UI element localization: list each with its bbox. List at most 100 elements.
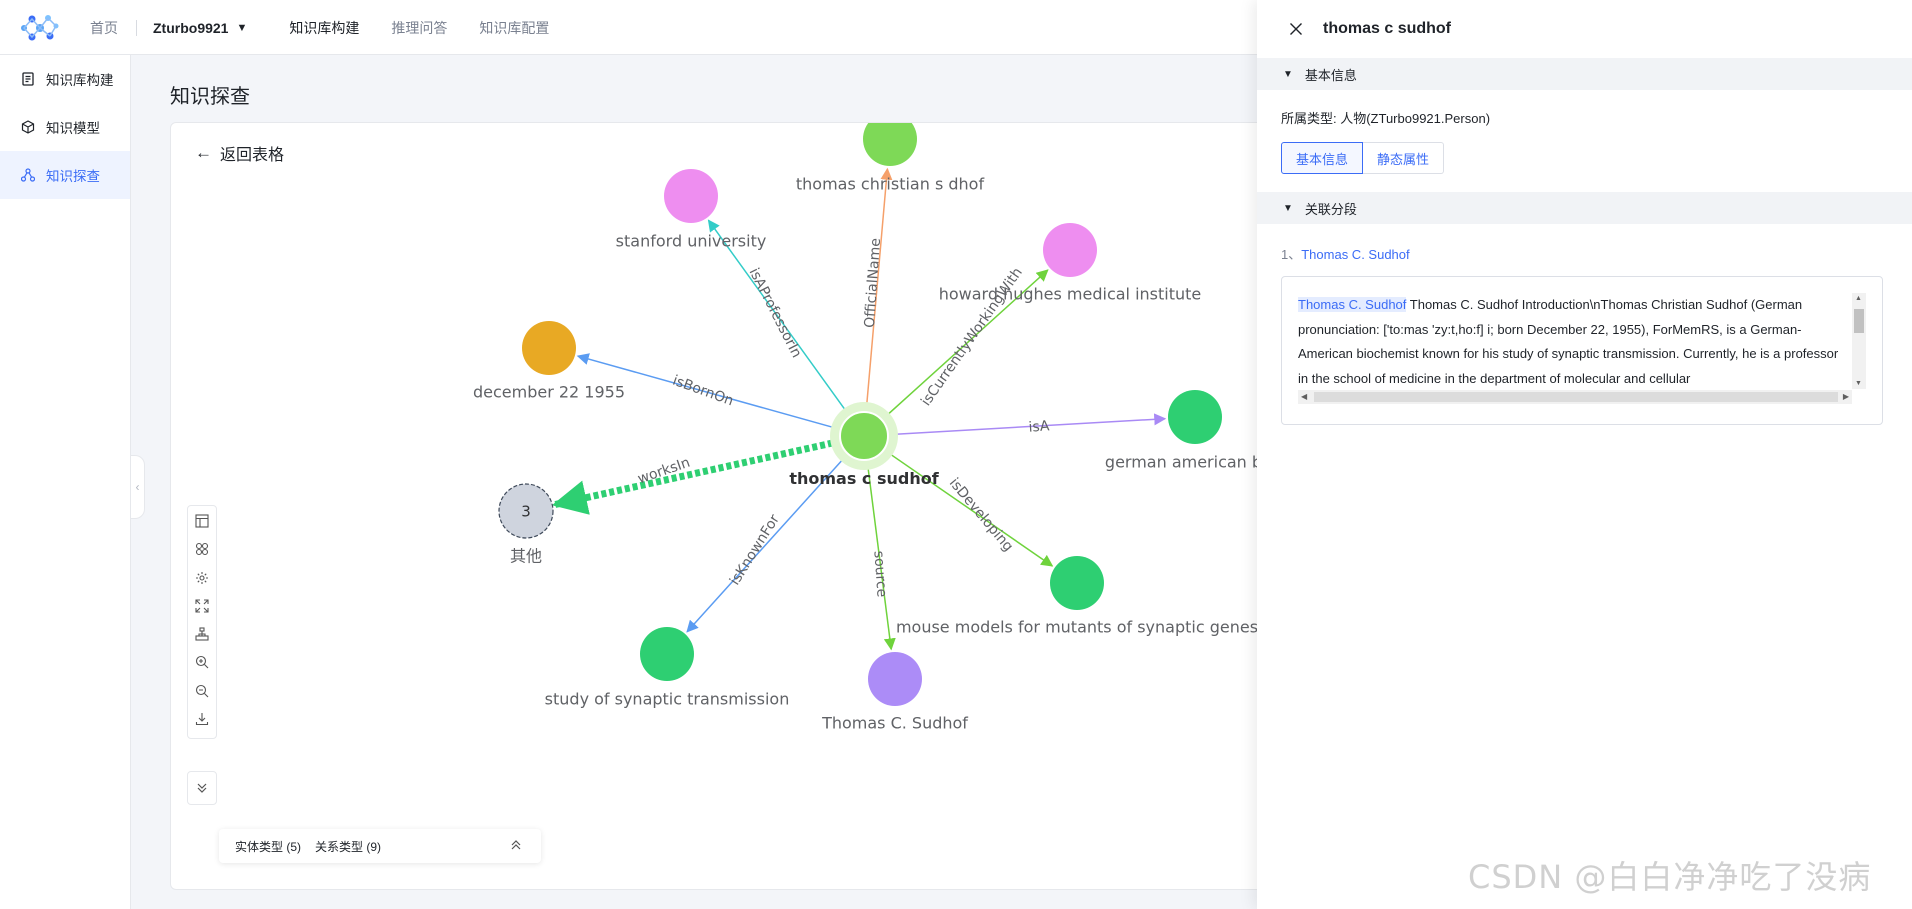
graph-node[interactable] [522,321,576,375]
back-label: 返回表格 [220,147,285,164]
graph-node[interactable] [640,627,694,681]
sidebar-item-knowledge-explore[interactable]: 知识探查 [0,151,130,199]
panel-title: thomas c sudhof [1323,20,1452,37]
segment-content-box: Thomas C. Sudhof Thomas C. Sudhof Introd… [1281,276,1883,425]
scroll-up-icon[interactable]: ▲ [1855,295,1862,302]
graph-node[interactable] [664,169,718,223]
graph-edge-label: isDeveloping [946,475,1016,555]
graph-toolbar [187,505,217,739]
graph-icon [20,167,36,183]
document-icon [20,71,36,87]
graph-node-count: 3 [521,503,531,521]
arrow-left-icon: ← [195,143,212,162]
sidebar-item-knowledge-model[interactable]: 知识模型 [0,103,130,151]
graph-node-label: mouse models for mutants of synaptic gen… [896,618,1258,637]
zoom-out-icon[interactable] [191,682,213,700]
segment-item: 1、Thomas C. Sudhof [1257,224,1912,268]
graph-edge-isA[interactable] [887,413,1167,436]
graph-node-label: thomas christian s dhof [796,175,985,194]
caret-down-icon: ▼ [1283,202,1293,214]
graph-node-center[interactable] [839,411,889,461]
section-related-segments-header[interactable]: ▼ 关联分段 [1257,192,1912,224]
page-title: 知识探查 [170,86,250,108]
sidebar: 知识库构建 知识模型 知识探查 [0,55,131,909]
chevron-down-icon[interactable]: ▼ [236,22,247,34]
section-basic-info-header[interactable]: ▼ 基本信息 [1257,58,1912,90]
graph-edge-label: worksIn [636,455,692,488]
sidebar-item-label: 知识模型 [46,121,100,136]
scroll-down-icon[interactable]: ▼ [1855,380,1862,387]
section-title: 关联分段 [1304,201,1357,217]
app-logo-icon[interactable] [18,10,60,46]
graph-edge-label: isA [1028,418,1050,435]
knowledge-graph-canvas[interactable]: OfficialNameisAProfessorIn isCurrentlyWor… [171,123,1270,890]
nav-home[interactable]: 首页 [90,18,118,38]
sidebar-item-label: 知识库构建 [46,73,114,88]
layout-icon[interactable] [191,512,213,530]
legend-relation-types[interactable]: 关系类型 (9) [315,838,381,855]
scroll-right-icon[interactable]: ▶ [1843,392,1849,401]
entity-detail-panel: thomas c sudhof ▼ 基本信息 所属类型: 人物(ZTurbo99… [1257,0,1912,909]
double-chevron-down-icon [197,783,207,793]
graph-node-label: Thomas C. Sudhof [821,714,968,733]
focus-icon[interactable] [191,569,213,587]
segment-link[interactable]: Thomas C. Sudhof [1301,247,1409,262]
chevron-left-icon: ‹ [135,480,140,494]
graph-node-label: 其他 [510,547,542,566]
graph-node-label: december 22 1955 [473,383,625,402]
caret-down-icon: ▼ [1283,68,1293,80]
fullscreen-icon[interactable] [191,597,213,615]
close-icon[interactable] [1287,20,1305,38]
download-icon[interactable] [191,710,213,728]
graph-edge-label: OfficialName [862,238,884,329]
account-switcher[interactable]: Zturbo9921 [153,20,228,36]
graph-node-label: german american bioc [1105,453,1270,472]
segment-index: 1、 [1281,247,1302,262]
hierarchy-icon[interactable] [191,625,213,643]
scroll-left-icon[interactable]: ◀ [1301,392,1307,401]
graph-node-label: study of synaptic transmission [545,690,790,709]
nav-kb-build[interactable]: 知识库构建 [289,18,359,38]
sidebar-item-kb-build[interactable]: 知识库构建 [0,55,130,103]
nav-reasoning-qa[interactable]: 推理问答 [391,18,447,38]
watermark: CSDN @白白净净吃了没病 [1468,858,1872,896]
graph-card: OfficialName isAProfessorIn isCurrentlyWor… [170,122,1270,890]
tab-static-properties[interactable]: 静态属性 [1363,142,1445,174]
legend-entity-types[interactable]: 实体类型 (5) [235,838,301,855]
section-title: 基本信息 [1304,67,1357,83]
vertical-scrollbar[interactable]: ▲ ▼ [1852,293,1866,389]
graph-node[interactable] [863,123,917,166]
graph-node[interactable] [1043,223,1097,277]
graph-edge-label: isKnownFor [727,512,783,589]
panel-header: thomas c sudhof [1257,0,1912,58]
graph-node-label: thomas c sudhof [789,469,939,488]
graph-node[interactable] [1050,556,1104,610]
nav-divider [136,19,137,36]
segment-highlight: Thomas C. Sudhof [1298,297,1407,312]
legend-bar: 实体类型 (5) 关系类型 (9) [219,829,541,863]
sidebar-item-label: 知识探查 [46,169,100,184]
zoom-in-icon[interactable] [191,653,213,671]
entity-type-line: 所属类型: 人物(ZTurbo9921.Person) [1281,111,1491,126]
graph-edge-label: source [870,550,889,598]
nav-kb-config[interactable]: 知识库配置 [479,18,549,38]
scrollbar-thumb[interactable] [1854,309,1864,333]
segment-text: Thomas C. Sudhof Thomas C. Sudhof Introd… [1298,293,1848,389]
tab-basic-info[interactable]: 基本信息 [1281,142,1364,174]
horizontal-scrollbar[interactable]: ◀ ▶ [1298,390,1852,404]
graph-edge-label: isAProfessorIn [746,266,805,361]
toolbar-expand-button[interactable] [187,771,217,805]
graph-node-label: stanford university [616,232,767,251]
scrollbar-thumb[interactable] [1314,392,1838,402]
graph-node[interactable] [868,652,922,706]
back-to-table-link[interactable]: ← 返回表格 [195,141,284,165]
graph-node[interactable] [1168,390,1222,444]
cube-icon [20,119,36,135]
sidebar-collapse-handle[interactable]: ‹ [131,455,145,519]
info-tab-group: 基本信息 静态属性 [1257,142,1912,174]
cluster-icon[interactable] [191,540,213,558]
chevron-up-icon[interactable] [509,838,523,852]
graph-edge-label: isBornOn [670,373,735,410]
top-nav: 首页 Zturbo9921 ▼ 知识库构建 推理问答 知识库配置 [90,0,581,55]
graph-node-label: howard hughes medical institute [939,285,1202,304]
